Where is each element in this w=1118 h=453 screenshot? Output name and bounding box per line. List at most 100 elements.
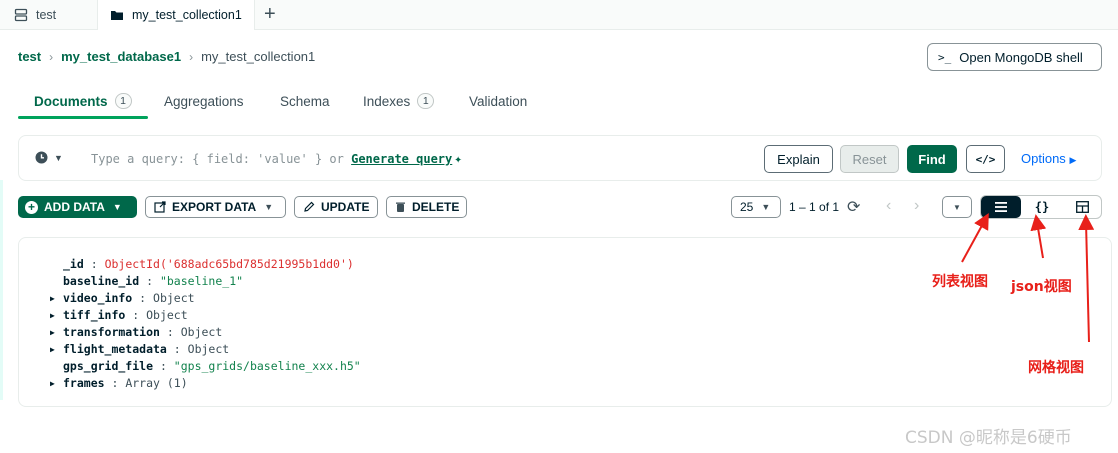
tab-label: my_test_collection1 xyxy=(132,8,242,22)
expand-caret-icon[interactable]: ▶ xyxy=(50,375,55,392)
field-separator: : xyxy=(139,274,160,288)
document-card[interactable]: _id : ObjectId('688adc65bd785d21995b1dd0… xyxy=(18,237,1112,407)
document-field-row[interactable]: ▶ frames : Array (1) xyxy=(50,375,361,392)
add-data-label: ADD DATA xyxy=(44,200,105,214)
query-bar: ▼ Type a query: { field: 'value' } or Ge… xyxy=(18,135,1102,181)
view-toggle-group: {} xyxy=(980,195,1102,219)
annotation-grid-view: 网格视图 xyxy=(1028,360,1084,376)
expand-caret-icon[interactable]: ▶ xyxy=(50,307,55,324)
code-view-button[interactable]: </> xyxy=(966,145,1005,173)
terminal-icon: >_ xyxy=(938,50,952,64)
curly-braces-icon: {} xyxy=(1034,200,1050,214)
document-fields: _id : ObjectId('688adc65bd785d21995b1dd0… xyxy=(50,256,361,392)
indexes-count-badge: 1 xyxy=(417,93,435,109)
list-icon xyxy=(995,202,1007,212)
pagination-range: 1 – 1 of 1 xyxy=(789,200,840,214)
caret-down-icon: ▼ xyxy=(953,202,961,212)
document-field-row[interactable]: ▶ video_info : Object xyxy=(50,290,361,307)
left-edge-strip xyxy=(0,180,3,400)
caret-down-icon: ▼ xyxy=(264,202,274,212)
field-key: gps_grid_file xyxy=(63,359,154,373)
options-label: Options xyxy=(1021,151,1066,166)
document-field-row[interactable]: ▶ flight_metadata : Object xyxy=(50,341,361,358)
caret-down-icon: ▼ xyxy=(54,152,63,163)
breadcrumb-database[interactable]: my_test_database1 xyxy=(61,49,181,64)
export-data-button[interactable]: EXPORT DATA ▼ xyxy=(145,196,286,218)
field-value: Array (1) xyxy=(125,376,188,390)
trash-icon xyxy=(395,201,406,213)
tab-database-test[interactable]: test xyxy=(0,0,98,30)
delete-button[interactable]: DELETE xyxy=(386,196,467,218)
watermark: CSDN @昵称是6硬币 xyxy=(905,428,1072,448)
tab-schema-label: Schema xyxy=(280,93,330,109)
field-separator: : xyxy=(166,342,188,356)
document-field-row[interactable]: ▶ tiff_info : Object xyxy=(50,307,361,324)
query-input[interactable]: Type a query: { field: 'value' } or Gene… xyxy=(91,152,462,167)
field-value: Object xyxy=(153,291,195,305)
next-page-icon[interactable]: › xyxy=(914,197,919,215)
generate-query-link[interactable]: Generate query xyxy=(351,152,452,166)
query-placeholder: Type a query: { field: 'value' } or xyxy=(91,152,344,166)
page-size-select[interactable]: 25 ▼ xyxy=(731,196,781,218)
caret-right-icon: ▶ xyxy=(1069,155,1077,165)
annotation-list-view: 列表视图 xyxy=(932,274,988,290)
caret-down-icon: ▼ xyxy=(761,202,771,212)
breadcrumb-database-host[interactable]: test xyxy=(18,49,41,64)
update-label: UPDATE xyxy=(321,200,370,214)
tab-indexes[interactable]: Indexes 1 xyxy=(363,84,435,118)
export-data-label: EXPORT DATA xyxy=(172,200,257,214)
tab-label: test xyxy=(36,8,57,22)
json-view-button[interactable]: {} xyxy=(1022,196,1062,218)
previous-page-icon[interactable]: ‹ xyxy=(886,197,891,215)
tab-documents[interactable]: Documents 1 xyxy=(34,84,132,118)
field-key: video_info xyxy=(63,291,133,305)
clock-icon xyxy=(35,151,48,164)
more-options-button[interactable]: ▼ xyxy=(942,196,972,218)
field-key: frames xyxy=(63,376,105,390)
new-tab-button[interactable]: + xyxy=(264,3,276,25)
field-separator: : xyxy=(159,325,181,339)
active-tab-underline xyxy=(18,116,148,119)
field-value: "baseline_1" xyxy=(159,274,244,288)
add-data-button[interactable]: + ADD DATA ▼ xyxy=(18,196,137,218)
expand-caret-icon[interactable]: ▶ xyxy=(50,341,55,358)
open-shell-label: Open MongoDB shell xyxy=(959,49,1083,65)
tab-indexes-label: Indexes xyxy=(363,93,411,109)
field-value: Object xyxy=(146,308,188,322)
field-key: tiff_info xyxy=(63,308,126,322)
explain-button[interactable]: Explain xyxy=(764,145,833,173)
options-toggle[interactable]: Options ▶ xyxy=(1021,151,1076,166)
field-key: baseline_id xyxy=(63,274,140,288)
document-field-row: baseline_id : "baseline_1" xyxy=(63,273,361,290)
collection-tabs: Documents 1 Aggregations Schema Indexes … xyxy=(18,84,1108,118)
tab-aggregations[interactable]: Aggregations xyxy=(164,84,244,118)
reset-button[interactable]: Reset xyxy=(840,145,899,173)
chevron-right-icon: › xyxy=(189,49,194,64)
update-button[interactable]: UPDATE xyxy=(294,196,378,218)
tab-schema[interactable]: Schema xyxy=(280,84,330,118)
find-button[interactable]: Find xyxy=(907,145,957,173)
expand-caret-icon[interactable]: ▶ xyxy=(50,290,55,307)
page-size-value: 25 xyxy=(740,200,754,214)
refresh-icon[interactable]: ⟳ xyxy=(847,197,860,217)
export-icon xyxy=(154,201,166,213)
field-separator: : xyxy=(153,359,174,373)
documents-count-badge: 1 xyxy=(114,93,132,109)
field-separator: : xyxy=(125,308,147,322)
tab-collection[interactable]: my_test_collection1 xyxy=(98,0,255,30)
expand-caret-icon[interactable]: ▶ xyxy=(50,324,55,341)
query-history-button[interactable]: ▼ xyxy=(35,151,63,164)
tab-aggregations-label: Aggregations xyxy=(164,93,244,109)
pencil-icon xyxy=(303,201,315,213)
open-shell-button[interactable]: >_ Open MongoDB shell xyxy=(927,43,1102,71)
field-key: flight_metadata xyxy=(63,342,167,356)
table-view-button[interactable] xyxy=(1062,196,1102,218)
tab-validation[interactable]: Validation xyxy=(469,84,527,118)
plus-circle-icon: + xyxy=(25,200,38,214)
folder-icon xyxy=(110,9,124,21)
delete-label: DELETE xyxy=(412,200,460,214)
grid-icon xyxy=(1075,201,1089,213)
document-field-row[interactable]: ▶ transformation : Object xyxy=(50,324,361,341)
tab-documents-label: Documents xyxy=(34,93,108,109)
list-view-button[interactable] xyxy=(981,196,1021,218)
